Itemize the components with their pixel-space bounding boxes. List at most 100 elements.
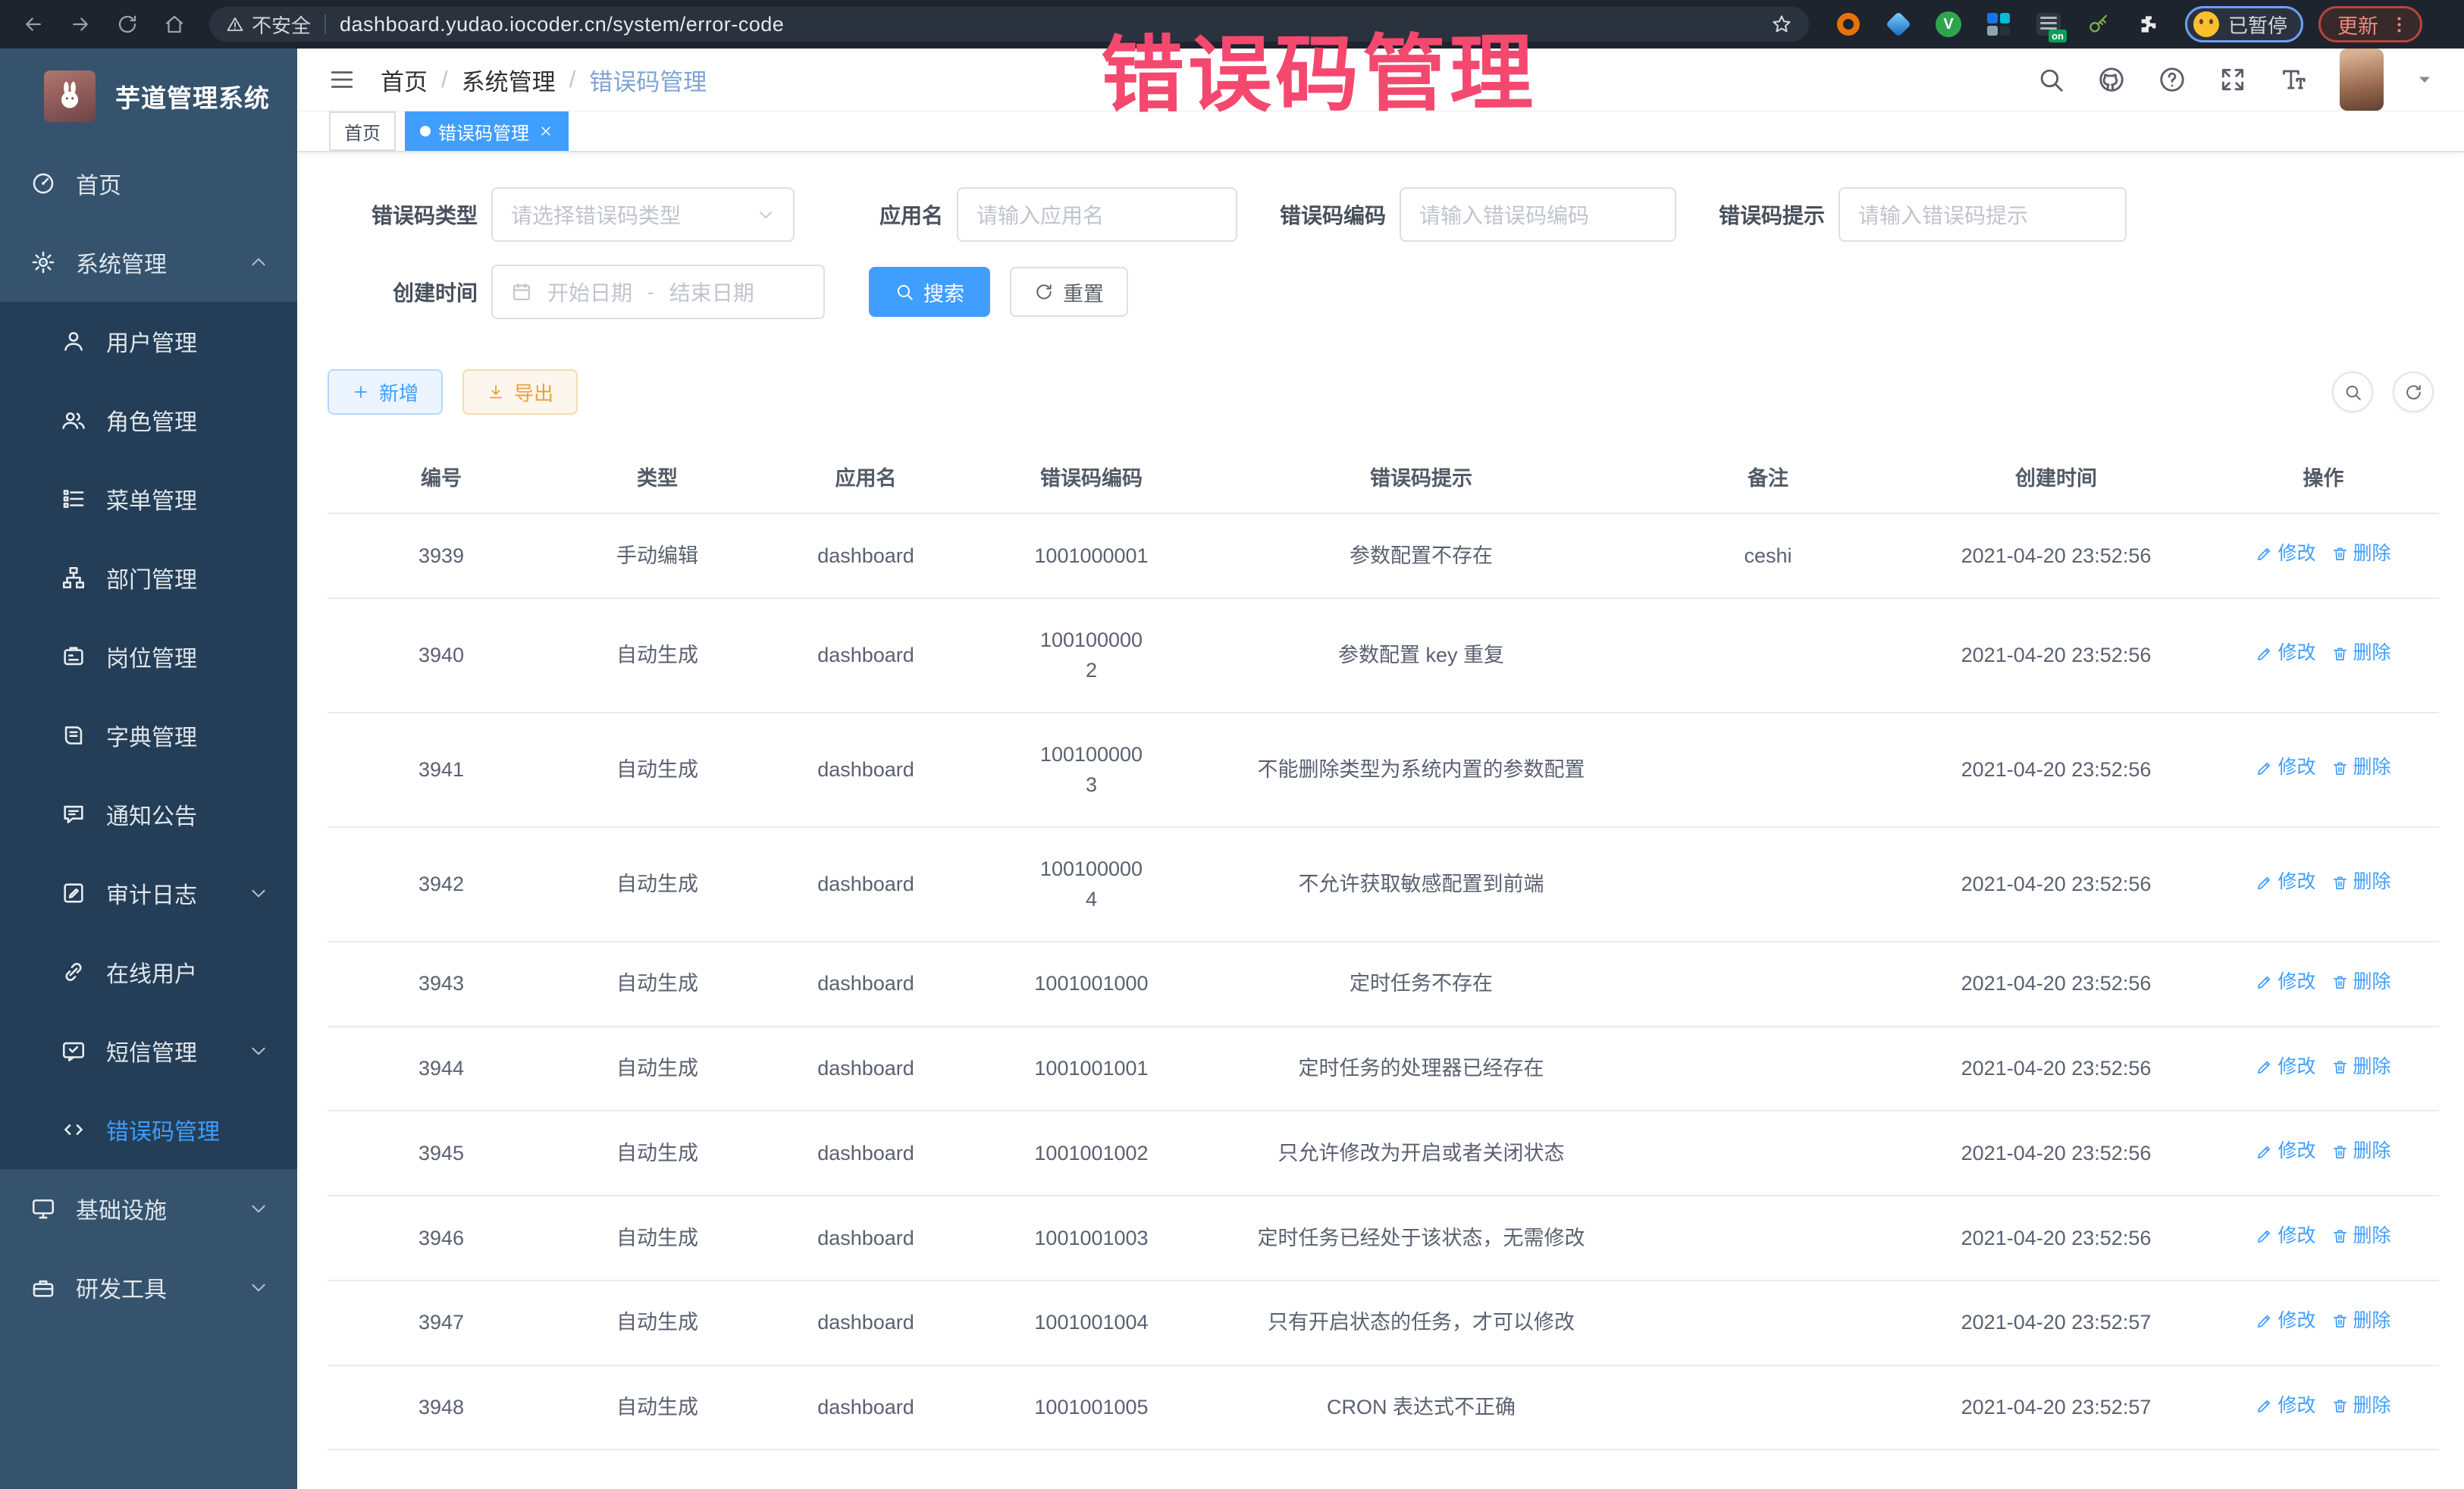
export-button[interactable]: 导出: [462, 369, 578, 415]
delete-link[interactable]: 删除: [2331, 1392, 2391, 1421]
error-code-input[interactable]: 请输入错误码编码: [1400, 187, 1676, 242]
sidebar-item-user[interactable]: 用户管理: [0, 302, 297, 381]
extension-tabs-on-icon[interactable]: on: [2035, 11, 2062, 38]
date-range-picker[interactable]: 开始日期 - 结束日期: [491, 265, 825, 319]
cell-time: 2021-04-20 23:52:56: [1904, 942, 2208, 1027]
tab-close-icon[interactable]: [538, 124, 553, 139]
cell-code: 1001000004: [972, 827, 1211, 942]
delete-link[interactable]: 删除: [2331, 639, 2391, 668]
browser-reload-icon[interactable]: [114, 11, 141, 38]
search-button[interactable]: 搜索: [869, 267, 990, 317]
delete-link[interactable]: 删除: [2331, 968, 2391, 997]
table-row: 3945自动生成dashboard1001001002只允许修改为开启或者关闭状…: [328, 1111, 2439, 1196]
extension-green-v-icon[interactable]: V: [1935, 11, 1962, 38]
browser-back-icon[interactable]: [20, 11, 47, 38]
help-icon[interactable]: [2158, 65, 2187, 94]
sidebar-item-system[interactable]: 系统管理: [0, 223, 297, 302]
delete-link[interactable]: 删除: [2331, 1307, 2391, 1336]
sidebar-item-error-code[interactable]: 错误码管理: [0, 1090, 297, 1169]
edit-pen-icon: [2256, 760, 2273, 777]
sidebar-item-sms[interactable]: 短信管理: [0, 1011, 297, 1090]
cell-actions: 修改删除: [2208, 713, 2439, 827]
refresh-circle-button[interactable]: [2393, 371, 2434, 412]
toggle-search-circle-button[interactable]: [2332, 371, 2373, 412]
extension-key-icon[interactable]: [2085, 11, 2112, 38]
sidebar-item-online-user[interactable]: 在线用户: [0, 933, 297, 1011]
sidebar-item-role[interactable]: 角色管理: [0, 381, 297, 459]
delete-link[interactable]: 删除: [2331, 754, 2391, 782]
fullscreen-icon[interactable]: [2218, 65, 2247, 94]
sidebar-item-notice[interactable]: 通知公告: [0, 775, 297, 854]
delete-link[interactable]: 删除: [2331, 868, 2391, 897]
sidebar-item-label: 岗位管理: [106, 640, 197, 673]
delete-link[interactable]: 删除: [2331, 540, 2391, 569]
edit-link[interactable]: 修改: [2256, 540, 2315, 569]
github-icon[interactable]: [2097, 65, 2126, 94]
sidebar-item-label: 系统管理: [76, 246, 167, 279]
sidebar-item-label: 首页: [76, 167, 121, 200]
sidebar-logo[interactable]: 芋道管理系统: [0, 49, 297, 144]
delete-link[interactable]: 删除: [2331, 1137, 2391, 1166]
error-code-table: 编号类型应用名错误码编码错误码提示备注创建时间操作 3939手动编辑dashbo…: [328, 440, 2439, 1450]
avatar-caret-down-icon[interactable]: [2415, 71, 2434, 89]
delete-link-label: 删除: [2353, 1307, 2391, 1336]
add-button[interactable]: 新增: [328, 369, 443, 415]
address-bar[interactable]: 不安全 dashboard.yudao.iocoder.cn/system/er…: [209, 7, 1809, 42]
cell-id: 3948: [328, 1365, 555, 1450]
url-text[interactable]: dashboard.yudao.iocoder.cn/system/error-…: [340, 13, 784, 36]
edit-link[interactable]: 修改: [2256, 1053, 2315, 1082]
extension-gem-icon[interactable]: [1885, 11, 1912, 38]
browser-menu-kebab-icon[interactable]: [2389, 14, 2409, 35]
sidebar-item-dept[interactable]: 部门管理: [0, 538, 297, 617]
sidebar-item-dict[interactable]: 字典管理: [0, 696, 297, 775]
app-name-input[interactable]: 请输入应用名: [957, 187, 1237, 242]
breadcrumb-system[interactable]: 系统管理: [462, 63, 556, 97]
edit-link[interactable]: 修改: [2256, 754, 2315, 782]
gauge-icon: [30, 171, 56, 196]
delete-link[interactable]: 删除: [2331, 1222, 2391, 1251]
sidebar-item-infra[interactable]: 基础设施: [0, 1169, 297, 1248]
delete-link[interactable]: 删除: [2331, 1053, 2391, 1082]
reset-button[interactable]: 重置: [1010, 267, 1128, 317]
sidebar-menu: 首页系统管理用户管理角色管理菜单管理部门管理岗位管理字典管理通知公告审计日志在线…: [0, 144, 297, 1489]
sidebar-item-devtools[interactable]: 研发工具: [0, 1248, 297, 1327]
address-divider: [324, 14, 326, 34]
sidebar-item-home[interactable]: 首页: [0, 144, 297, 223]
not-secure-label[interactable]: 不安全: [252, 11, 311, 39]
browser-update-button[interactable]: 更新: [2318, 6, 2422, 42]
edit-link[interactable]: 修改: [2256, 1307, 2315, 1336]
cell-remark: [1632, 942, 1904, 1027]
cell-remark: [1632, 1196, 1904, 1281]
browser-home-icon[interactable]: [161, 11, 188, 38]
edit-link[interactable]: 修改: [2256, 968, 2315, 997]
font-size-icon[interactable]: [2279, 65, 2308, 94]
browser-profile-chip[interactable]: 已暂停: [2185, 6, 2303, 42]
edit-link-label: 修改: [2277, 1053, 2315, 1082]
extension-orange-icon[interactable]: [1835, 11, 1862, 38]
sidebar-item-menu[interactable]: 菜单管理: [0, 459, 297, 538]
sidebar-toggle-icon[interactable]: [328, 65, 356, 94]
edit-link[interactable]: 修改: [2256, 1392, 2315, 1421]
reset-button-label: 重置: [1063, 277, 1104, 307]
sidebar-item-post[interactable]: 岗位管理: [0, 617, 297, 696]
cell-actions: 修改删除: [2208, 942, 2439, 1027]
edit-link[interactable]: 修改: [2256, 1137, 2315, 1166]
header-search-icon[interactable]: [2036, 65, 2065, 94]
tab-home[interactable]: 首页: [329, 111, 396, 151]
edit-link[interactable]: 修改: [2256, 868, 2315, 897]
sidebar-item-audit-log[interactable]: 审计日志: [0, 854, 297, 933]
user-avatar[interactable]: [2340, 49, 2384, 111]
bookmark-star-icon[interactable]: [1771, 14, 1792, 35]
edit-link[interactable]: 修改: [2256, 639, 2315, 668]
edit-link-label: 修改: [2277, 968, 2315, 997]
extensions-puzzle-icon[interactable]: [2135, 11, 2162, 38]
cell-code: 1001001001: [972, 1027, 1211, 1111]
breadcrumb-current: 错误码管理: [589, 63, 707, 97]
error-msg-input[interactable]: 请输入错误码提示: [1839, 187, 2127, 242]
browser-forward-icon[interactable]: [67, 11, 94, 38]
tab-error-code[interactable]: 错误码管理: [405, 111, 569, 151]
breadcrumb-home[interactable]: 首页: [381, 63, 428, 97]
error-type-select[interactable]: 请选择错误码类型: [491, 187, 795, 242]
edit-link[interactable]: 修改: [2256, 1222, 2315, 1251]
extension-grid-icon[interactable]: [1985, 11, 2012, 38]
